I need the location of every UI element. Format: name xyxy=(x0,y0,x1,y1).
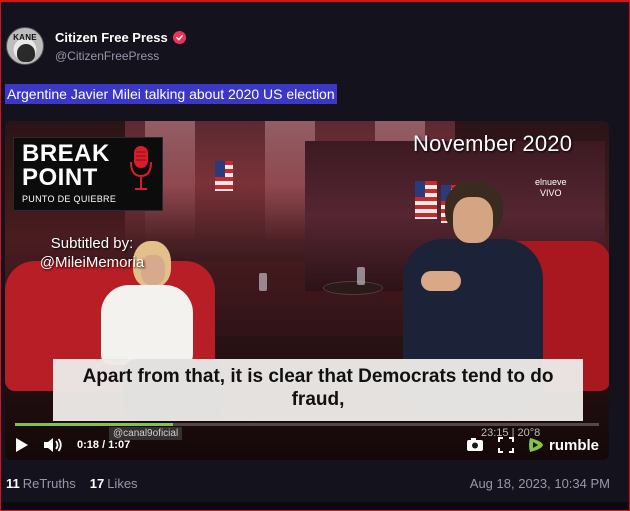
avatar-label: KANE xyxy=(13,33,37,42)
channel-name: elnueve xyxy=(535,177,567,187)
fullscreen-icon[interactable] xyxy=(497,437,514,453)
glass xyxy=(259,273,267,291)
guest-face xyxy=(453,197,493,243)
host-top xyxy=(101,285,193,365)
video-player[interactable]: BREAK POINT PUNTO DE QUIEBRE Subtitled b… xyxy=(5,121,609,460)
video-controls: 0:18 / 1:07 rumble xyxy=(5,430,609,460)
author-handle[interactable]: @CitizenFreePress xyxy=(55,49,186,63)
avatar[interactable]: KANE xyxy=(6,27,44,65)
post-text: Argentine Javier Milei talking about 202… xyxy=(5,84,337,104)
time-display: 0:18 / 1:07 xyxy=(77,439,131,451)
glass xyxy=(357,267,365,285)
display-name-row: Citizen Free Press xyxy=(55,30,186,45)
rumble-logo-icon xyxy=(528,438,543,452)
avatar-figure xyxy=(17,44,35,62)
bottom-edge xyxy=(0,502,630,511)
subtitled-by-credit: Subtitled by: @MileiMemoria xyxy=(17,234,167,272)
author-names: Citizen Free Press @CitizenFreePress xyxy=(55,30,186,63)
subtitled-label: Subtitled by: xyxy=(50,235,134,252)
subtitle-caption: Apart from that, it is clear that Democr… xyxy=(53,359,583,421)
microphone-icon xyxy=(130,146,152,190)
likes-count: 17 xyxy=(89,475,105,491)
post-footer: 11 ReTruths 17 Likes Aug 18, 2023, 10:34… xyxy=(6,474,610,492)
retruths-label: ReTruths xyxy=(22,475,76,491)
date-overlay: November 2020 xyxy=(413,131,573,156)
retruths-stat[interactable]: 11 ReTruths xyxy=(6,476,76,491)
channel-logo: elnueve VIVO xyxy=(535,177,567,199)
side-table xyxy=(323,281,383,295)
rumble-brand: rumble xyxy=(548,436,599,454)
likes-stat[interactable]: 17 Likes xyxy=(90,476,138,491)
breakpoint-logo: BREAK POINT PUNTO DE QUIEBRE xyxy=(13,137,163,211)
post-timestamp[interactable]: Aug 18, 2023, 10:34 PM xyxy=(470,476,610,491)
channel-live: VIVO xyxy=(540,188,562,198)
verified-check-icon xyxy=(172,30,186,44)
progress-bar[interactable] xyxy=(15,423,599,426)
subtitled-handle: @MileiMemoria xyxy=(39,254,145,271)
settings-icon[interactable] xyxy=(466,437,484,453)
likes-label: Likes xyxy=(107,475,138,491)
rumble-logo[interactable]: rumble xyxy=(526,435,599,455)
display-name[interactable]: Citizen Free Press xyxy=(55,30,168,45)
us-flag xyxy=(215,161,233,191)
volume-icon[interactable] xyxy=(43,437,63,453)
post-author[interactable]: KANE Citizen Free Press @CitizenFreePres… xyxy=(6,27,186,65)
logo-subtitle: PUNTO DE QUIEBRE xyxy=(22,194,117,204)
progress-fill xyxy=(15,423,173,426)
guest-hand xyxy=(421,271,461,291)
retruths-count: 11 xyxy=(6,475,20,491)
play-icon[interactable] xyxy=(15,437,29,453)
